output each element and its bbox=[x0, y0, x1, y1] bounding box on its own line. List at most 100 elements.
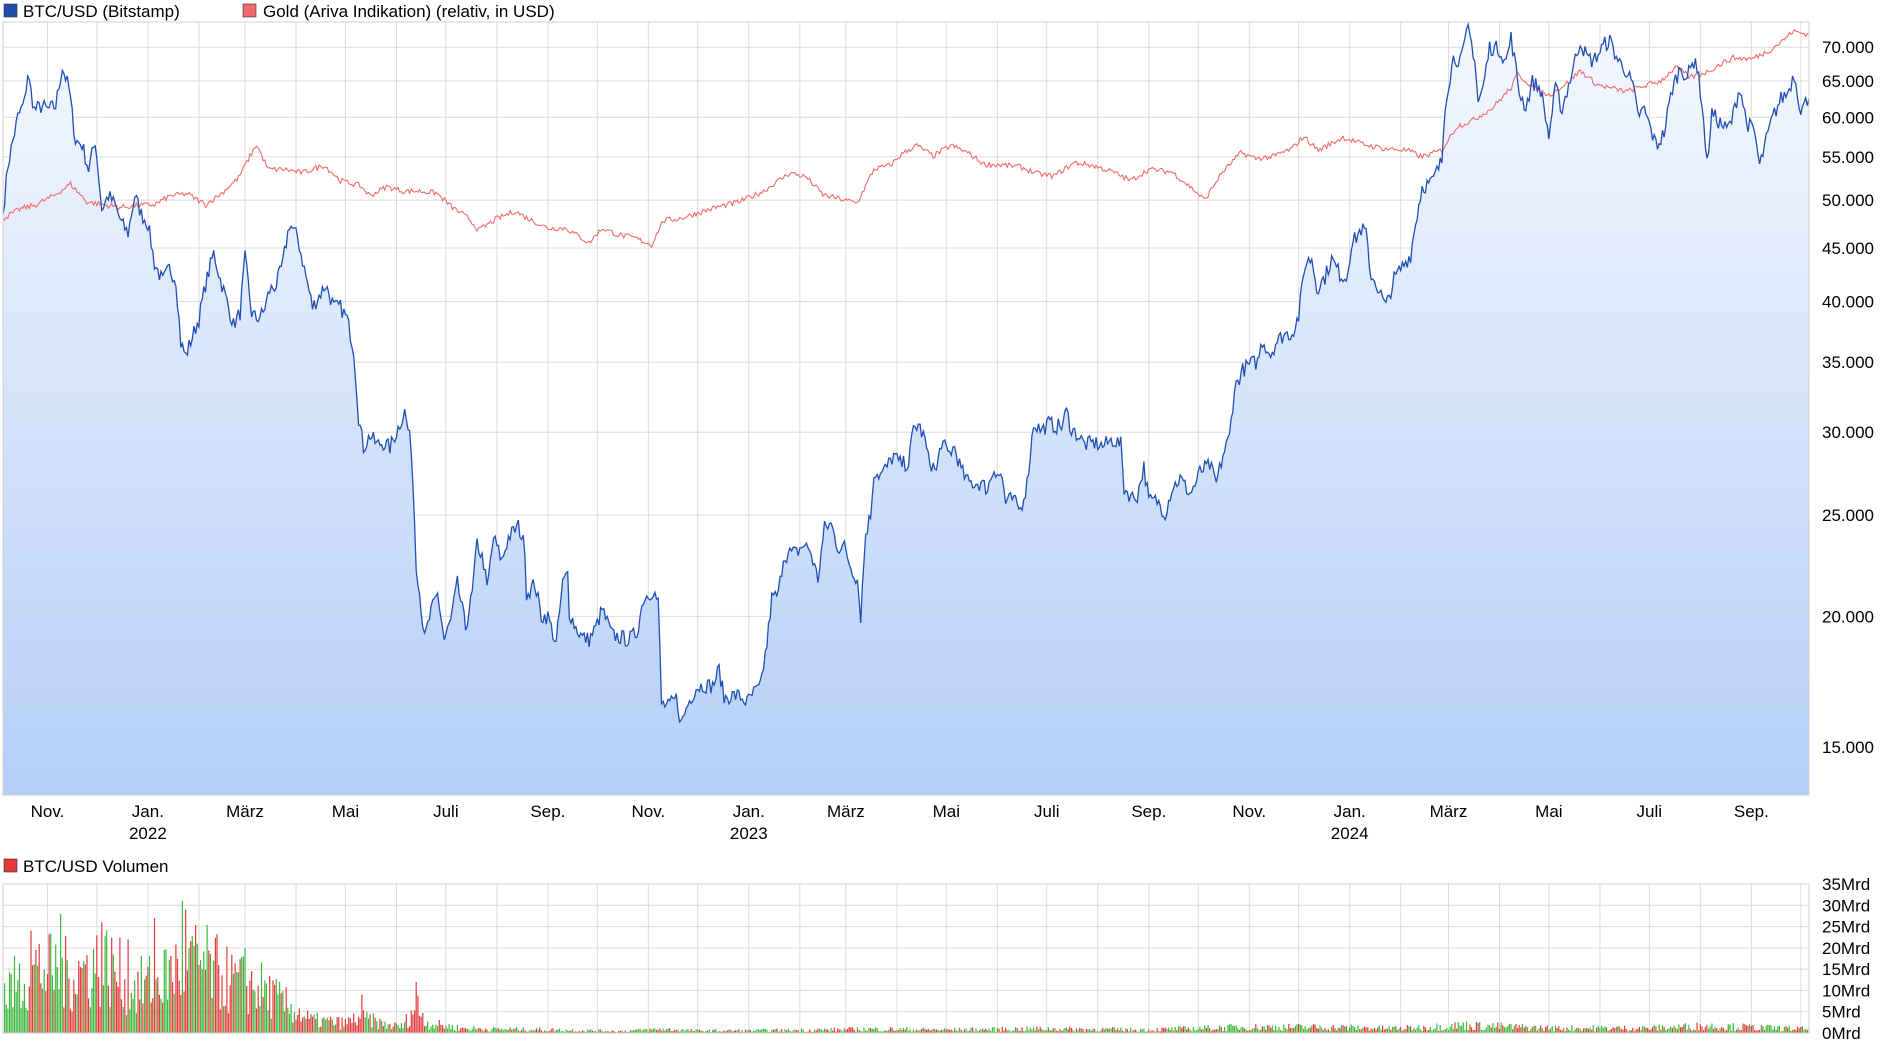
volume-bar bbox=[1602, 1027, 1604, 1033]
volume-bar bbox=[1525, 1026, 1527, 1033]
volume-bar bbox=[922, 1027, 924, 1033]
volume-bar bbox=[344, 1019, 346, 1033]
volume-bars bbox=[4, 901, 1810, 1033]
volume-bar bbox=[1120, 1027, 1122, 1033]
volume-bar bbox=[820, 1029, 822, 1033]
volume-bar bbox=[359, 1018, 361, 1033]
volume-bar bbox=[407, 1028, 409, 1033]
volume-bar bbox=[1800, 1027, 1802, 1033]
legend-btc[interactable]: BTC/USD (Bitstamp) bbox=[3, 2, 180, 21]
volume-bar bbox=[144, 979, 146, 1033]
volume-bar bbox=[1177, 1026, 1180, 1033]
volume-bar bbox=[195, 925, 197, 1033]
volume-bar bbox=[1286, 1029, 1288, 1033]
volume-bar bbox=[1304, 1026, 1306, 1033]
volume-bar bbox=[132, 998, 134, 1033]
volume-bar bbox=[66, 960, 68, 1033]
volume-bar bbox=[1541, 1028, 1543, 1033]
volume-bar bbox=[65, 936, 67, 1033]
volume-bar bbox=[491, 1028, 493, 1033]
volume-bar bbox=[307, 1010, 309, 1033]
volume-bar bbox=[1658, 1024, 1660, 1033]
volume-bar bbox=[1706, 1025, 1708, 1033]
volume-bar bbox=[1205, 1028, 1208, 1033]
volume-bar bbox=[107, 985, 109, 1033]
volume-bar bbox=[264, 980, 266, 1033]
volume-bar bbox=[1327, 1029, 1329, 1033]
volume-bar bbox=[1624, 1025, 1626, 1033]
volume-bar bbox=[331, 1019, 333, 1033]
volume-bar bbox=[830, 1027, 832, 1033]
volume-bar bbox=[213, 960, 215, 1033]
volume-bar bbox=[17, 980, 19, 1033]
price-x-tick-label: Nov. bbox=[31, 802, 65, 821]
volume-bar bbox=[311, 1016, 314, 1033]
volume-bar bbox=[1255, 1024, 1257, 1033]
price-y-tick-label: 35.000 bbox=[1822, 353, 1874, 372]
legend-gold[interactable]: Gold (Ariva Indikation) (relativ, in USD… bbox=[242, 2, 555, 21]
volume-bar bbox=[1637, 1028, 1639, 1033]
volume-bar bbox=[639, 1028, 641, 1033]
volume-bar bbox=[1788, 1025, 1790, 1033]
volume-bar bbox=[1456, 1028, 1458, 1033]
volume-bar bbox=[996, 1027, 998, 1033]
volume-bar bbox=[1485, 1027, 1487, 1033]
volume-bar bbox=[1737, 1027, 1739, 1033]
volume-bar bbox=[104, 936, 106, 1033]
legend-volume[interactable]: BTC/USD Volumen bbox=[3, 857, 169, 876]
volume-bar bbox=[1538, 1028, 1540, 1033]
volume-bar bbox=[336, 1017, 338, 1033]
volume-bar bbox=[410, 1010, 412, 1033]
volume-bar bbox=[1452, 1029, 1454, 1033]
volume-bar bbox=[112, 954, 114, 1033]
price-x-tick-label: Sep. bbox=[1734, 802, 1769, 821]
volume-bar bbox=[223, 1006, 225, 1033]
volume-bar bbox=[1182, 1026, 1184, 1033]
volume-bar bbox=[178, 980, 180, 1033]
volume-bar bbox=[843, 1028, 845, 1033]
volume-bar bbox=[667, 1028, 669, 1033]
btc-legend-label: BTC/USD (Bitstamp) bbox=[23, 2, 180, 21]
volume-bar bbox=[167, 999, 169, 1033]
volume-bar bbox=[1029, 1027, 1031, 1033]
volume-bar bbox=[1605, 1027, 1608, 1033]
volume-bar bbox=[484, 1028, 486, 1033]
volume-bar bbox=[295, 1019, 297, 1033]
volume-bar bbox=[1189, 1029, 1191, 1033]
volume-bar bbox=[394, 1022, 396, 1033]
volume-bar bbox=[1067, 1029, 1069, 1033]
volume-bar bbox=[1373, 1027, 1375, 1033]
volume-bar bbox=[669, 1028, 671, 1033]
volume-bar bbox=[1251, 1028, 1254, 1033]
volume-bar bbox=[249, 980, 251, 1033]
volume-bar bbox=[514, 1028, 516, 1033]
volume-bar bbox=[1383, 1029, 1385, 1033]
volume-bar bbox=[1479, 1021, 1481, 1033]
volume-bar bbox=[1466, 1021, 1468, 1033]
volume-bar bbox=[200, 959, 202, 1033]
volume-bar bbox=[1773, 1026, 1775, 1033]
volume-bar bbox=[1324, 1028, 1326, 1033]
volume-bar bbox=[437, 1026, 439, 1033]
volume-bar bbox=[1558, 1026, 1560, 1033]
volume-bar bbox=[1125, 1028, 1127, 1033]
volume-bar bbox=[183, 991, 185, 1033]
volume-bar bbox=[181, 901, 183, 1033]
volume-bar bbox=[446, 1028, 449, 1033]
volume-bar bbox=[465, 1028, 467, 1033]
volume-bar bbox=[326, 1017, 328, 1033]
volume-bar bbox=[572, 1029, 574, 1033]
volume-bar bbox=[654, 1028, 656, 1033]
volume-bar bbox=[1643, 1026, 1645, 1033]
volume-bar bbox=[40, 983, 42, 1033]
volume-bar bbox=[761, 1029, 763, 1033]
volume-bar bbox=[83, 961, 85, 1033]
volume-bar bbox=[847, 1028, 849, 1033]
volume-bar bbox=[598, 1029, 600, 1033]
volume-bar bbox=[511, 1029, 513, 1033]
volume-bar bbox=[774, 1029, 776, 1033]
price-y-tick-label: 15.000 bbox=[1822, 738, 1874, 757]
volume-bar bbox=[1110, 1028, 1112, 1033]
volume-bar bbox=[27, 1010, 29, 1033]
volume-bar bbox=[642, 1029, 644, 1033]
